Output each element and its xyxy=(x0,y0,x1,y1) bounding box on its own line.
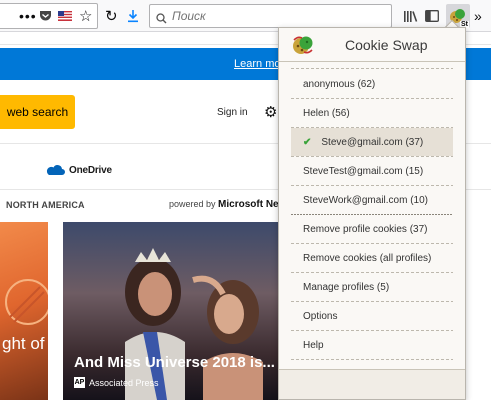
search-icon xyxy=(156,9,167,27)
profile-item-steve[interactable]: ✔ Steve@gmail.com (37) xyxy=(291,128,453,156)
profile-label: SteveTest@gmail.com (15) xyxy=(303,165,424,177)
cookie-swap-logo-icon xyxy=(293,36,313,54)
profile-item-stevetest[interactable]: SteveTest@gmail.com (15) xyxy=(291,157,453,185)
news-card-right[interactable] xyxy=(63,222,278,400)
us-flag-icon xyxy=(58,7,72,25)
popup-header: Cookie Swap xyxy=(279,28,465,62)
profile-label: SteveWork@gmail.com (10) xyxy=(303,194,428,206)
profile-item-stevework[interactable]: SteveWork@gmail.com (10) xyxy=(291,186,453,214)
action-label: Help xyxy=(303,339,324,351)
news-source-label: Associated Press xyxy=(89,377,159,388)
reload-icon[interactable]: ↻ xyxy=(105,7,118,25)
powered-by: powered by Microsoft News xyxy=(169,199,292,210)
action-label: Remove profile cookies (37) xyxy=(303,223,428,235)
help-item[interactable]: Help xyxy=(291,331,453,359)
overflow-menu-icon[interactable]: » xyxy=(474,7,482,25)
news-image-left xyxy=(5,279,48,325)
remove-profile-cookies-item[interactable]: Remove profile cookies (37) xyxy=(291,215,453,243)
action-label: Manage profiles (5) xyxy=(303,281,390,293)
divider xyxy=(291,359,453,360)
cookie-swap-popup: Cookie Swap anonymous (62) Helen (56) ✔ … xyxy=(278,27,466,400)
ap-logo-icon: AP xyxy=(74,377,85,388)
onedrive-label: OneDrive xyxy=(69,164,112,176)
news-card-source: AP Associated Press xyxy=(74,377,159,388)
section-label: NORTH AMERICA xyxy=(6,200,85,210)
profile-label: Helen (56) xyxy=(303,107,350,119)
manage-profiles-item[interactable]: Manage profiles (5) xyxy=(291,273,453,301)
bookmark-star-icon[interactable]: ☆ xyxy=(79,7,92,25)
action-label: Options xyxy=(303,310,338,322)
search-placeholder: Поиск xyxy=(172,9,206,23)
settings-gear-icon[interactable]: ⚙ xyxy=(264,103,277,121)
library-icon[interactable] xyxy=(403,7,418,25)
sign-in-link[interactable]: Sign in xyxy=(217,107,248,118)
more-actions-icon[interactable]: ••• xyxy=(19,7,37,25)
checkmark-icon: ✔ xyxy=(303,136,312,148)
pocket-icon[interactable] xyxy=(39,7,52,25)
search-field[interactable]: Поиск xyxy=(149,4,392,28)
options-item[interactable]: Options xyxy=(291,302,453,330)
action-label: Remove cookies (all profiles) xyxy=(303,252,432,264)
popup-title: Cookie Swap xyxy=(345,37,428,53)
news-image-miss-universe xyxy=(125,248,263,400)
onedrive-cloud-icon xyxy=(46,165,65,175)
divider xyxy=(291,68,453,69)
profile-item-anonymous[interactable]: anonymous (62) xyxy=(291,70,453,98)
web-search-button[interactable]: web search xyxy=(0,95,75,129)
onedrive-link[interactable]: OneDrive xyxy=(45,164,112,176)
profile-label: anonymous (62) xyxy=(303,78,376,90)
sidebar-icon[interactable] xyxy=(425,7,439,25)
download-icon[interactable] xyxy=(127,7,139,25)
news-card-right-title: And Miss Universe 2018 is... xyxy=(74,354,275,371)
news-card-left-title: ght of xyxy=(2,334,45,353)
remove-all-cookies-item[interactable]: Remove cookies (all profiles) xyxy=(291,244,453,272)
profile-item-helen[interactable]: Helen (56) xyxy=(291,99,453,127)
profile-label: Steve@gmail.com (37) xyxy=(321,136,424,148)
popup-footer xyxy=(279,369,465,399)
news-card-left[interactable] xyxy=(0,222,48,400)
